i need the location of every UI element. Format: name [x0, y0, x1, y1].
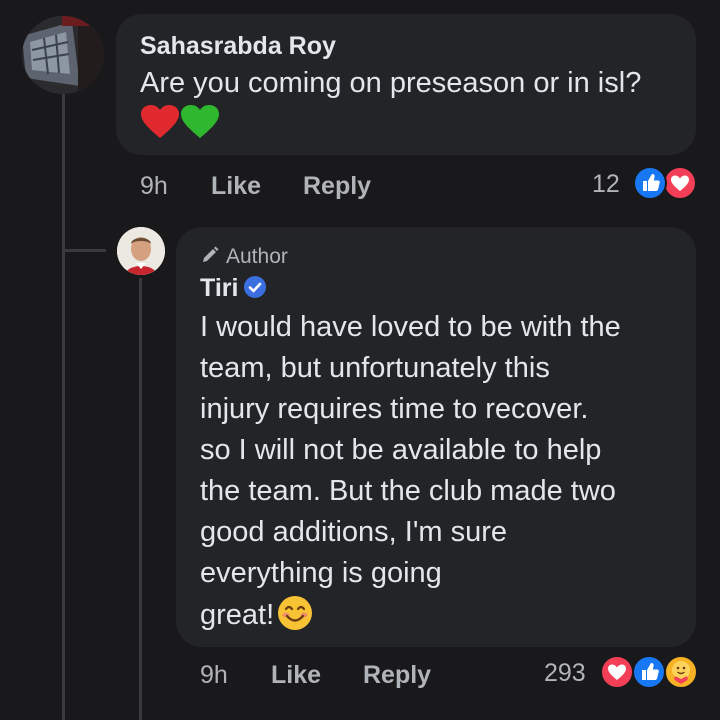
reply-author-name: Tiri: [200, 274, 267, 303]
pencil-icon: [200, 245, 220, 271]
author-badge-label: Author: [226, 245, 288, 268]
comment-timestamp: 9h: [140, 172, 168, 200]
reply-like-button[interactable]: Like: [271, 661, 321, 690]
reply-text-line: the team. But the club made two: [200, 475, 616, 507]
comment-reply-button[interactable]: Reply: [303, 172, 371, 201]
red-heart-emoji: [140, 104, 180, 152]
commenter-avatar[interactable]: [22, 16, 104, 94]
reply-text-line: team, but unfortunately this: [200, 352, 550, 384]
reply-author-link[interactable]: Tiri: [200, 274, 238, 302]
reply-reaction-count[interactable]: 293: [544, 659, 586, 688]
reply-timestamp: 9h: [200, 661, 228, 689]
care-icon[interactable]: [664, 655, 698, 689]
author-badge: Author: [200, 245, 288, 271]
verified-badge-icon: [244, 276, 267, 298]
like-icon[interactable]: [633, 166, 667, 200]
green-heart-emoji: [180, 104, 220, 152]
comment-reaction-count[interactable]: 12: [592, 170, 620, 199]
thread-line-main: [62, 92, 65, 720]
reply-text-line: great!: [200, 599, 275, 631]
reply-text-line: injury requires time to recover.: [200, 393, 589, 425]
comment-like-button[interactable]: Like: [211, 172, 261, 201]
like-icon[interactable]: [632, 655, 666, 689]
smiling-face-emoji: [276, 594, 314, 644]
reply-text-line: so I will not be available to help: [200, 434, 602, 466]
reply-text-last-line: great!: [200, 594, 680, 644]
author-avatar[interactable]: [117, 227, 165, 275]
comment-text-body: Are you coming on preseason or in isl?: [140, 67, 642, 99]
comment-author-name[interactable]: Sahasrabda Roy: [140, 32, 336, 61]
comment-text: Are you coming on preseason or in isl?: [140, 63, 660, 152]
reply-bubble: Author Tiri I would have loved to be wit…: [176, 227, 696, 647]
love-icon[interactable]: [600, 655, 634, 689]
reply-text-line: everything is going: [200, 557, 442, 589]
reply-text-line: good additions, I'm sure: [200, 516, 507, 548]
reply-text-line: I would have loved to be with the: [200, 311, 621, 343]
love-icon[interactable]: [663, 166, 697, 200]
comment-bubble: Sahasrabda Roy Are you coming on preseas…: [116, 14, 696, 155]
thread-line-reply: [139, 278, 142, 720]
thread-line-branch: [62, 249, 106, 252]
reply-text: I would have loved to be with the team, …: [200, 307, 680, 644]
reply-reply-button[interactable]: Reply: [363, 661, 431, 690]
